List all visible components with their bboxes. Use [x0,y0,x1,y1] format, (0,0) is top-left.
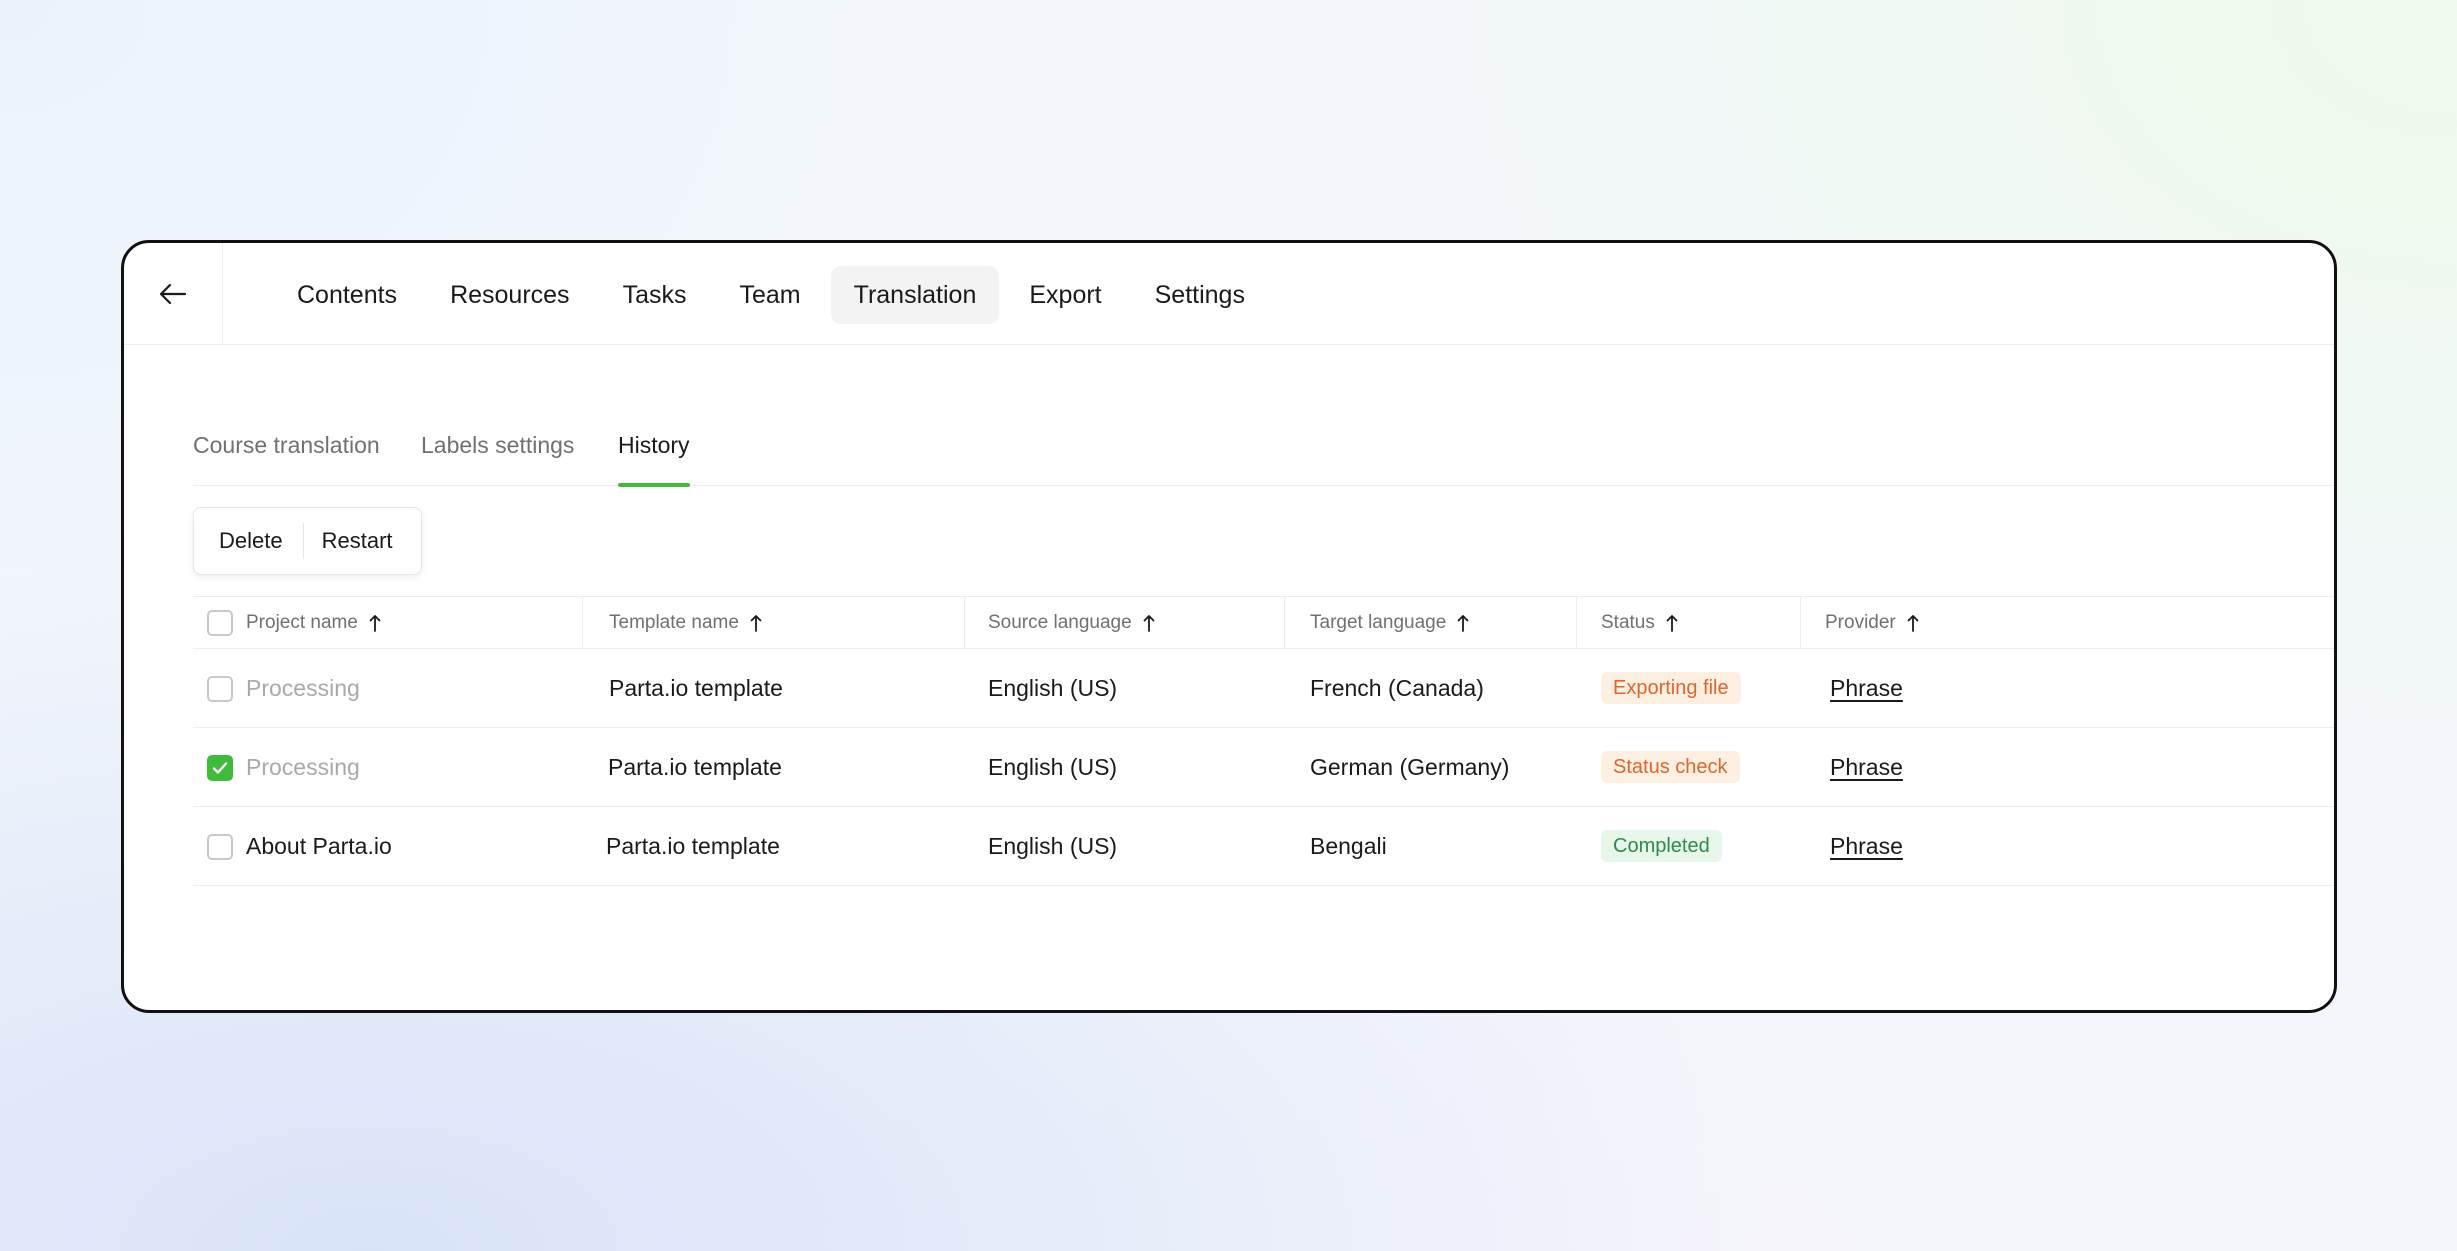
source-language-cell: English (US) [988,674,1118,701]
table-row[interactable]: Processing Parta.io template English (US… [193,649,2334,728]
provider-link[interactable]: Phrase [1830,675,1903,702]
column-header-provider[interactable]: Provider [1825,597,1919,649]
nav-item-export[interactable]: Export [1006,266,1124,324]
table-header: Project name Template name Source langua… [193,596,2334,649]
column-header-target-language[interactable]: Target language [1310,597,1469,649]
column-divider [582,597,583,649]
template-name-cell: Parta.io template [608,753,782,780]
sort-arrow-up-icon [1907,615,1919,632]
top-navigation-bar: Contents Resources Tasks Team Translatio… [124,243,2334,345]
status-cell: Completed [1601,807,1722,885]
nav-item-tasks[interactable]: Tasks [600,266,710,324]
table-row[interactable]: About Parta.io Parta.io template English… [193,807,2334,886]
column-header-status[interactable]: Status [1601,597,1678,649]
nav-item-translation[interactable]: Translation [830,266,1000,324]
project-name-cell: About Parta.io [246,832,392,859]
row-checkbox[interactable] [207,676,233,702]
column-header-template-name[interactable]: Template name [609,597,762,649]
status-cell: Status check [1601,728,1740,806]
sort-arrow-up-icon [1457,615,1469,632]
project-name-cell: Processing [246,674,360,701]
template-name-cell: Parta.io template [606,832,780,859]
sort-arrow-up-icon [1143,615,1155,632]
column-divider [964,597,965,649]
target-language-cell: Bengali [1310,832,1387,859]
nav-item-settings[interactable]: Settings [1132,266,1268,324]
column-divider [1576,597,1577,649]
sort-arrow-up-icon [369,615,381,632]
back-button[interactable] [124,243,223,345]
sub-tabs: Course translation Labels settings Histo… [193,423,2334,487]
row-checkbox[interactable] [207,834,233,860]
project-name-cell: Processing [246,753,360,780]
app-window: Contents Resources Tasks Team Translatio… [121,240,2337,1013]
bulk-actions-bar: Delete Restart [193,507,422,575]
table-row[interactable]: Processing Parta.io template English (US… [193,728,2334,807]
column-header-source-language[interactable]: Source language [988,597,1155,649]
main-nav: Contents Resources Tasks Team Translatio… [274,266,1275,324]
check-icon [212,762,228,774]
sort-arrow-up-icon [750,615,762,632]
column-divider [1800,597,1801,649]
column-divider [1284,597,1285,649]
nav-item-resources[interactable]: Resources [427,266,593,324]
provider-link[interactable]: Phrase [1830,754,1903,781]
provider-cell: Phrase [1830,649,1903,727]
row-checkbox[interactable] [207,755,233,781]
select-all-checkbox[interactable] [207,610,233,636]
source-language-cell: English (US) [988,832,1118,859]
tab-history[interactable]: History [618,423,690,487]
tab-labels-settings[interactable]: Labels settings [421,423,574,486]
arrow-left-icon [159,283,187,305]
delete-button[interactable]: Delete [194,508,303,574]
restart-button[interactable]: Restart [304,508,413,574]
provider-link[interactable]: Phrase [1830,833,1903,860]
status-badge: Exporting file [1601,672,1741,704]
template-name-cell: Parta.io template [609,674,783,701]
provider-cell: Phrase [1830,728,1903,806]
nav-item-contents[interactable]: Contents [274,266,420,324]
column-header-project-name[interactable]: Project name [246,597,381,649]
target-language-cell: German (Germany) [1310,753,1510,780]
history-table: Project name Template name Source langua… [193,596,2334,886]
status-cell: Exporting file [1601,649,1741,727]
target-language-cell: French (Canada) [1310,674,1484,701]
source-language-cell: English (US) [988,753,1118,780]
nav-item-team[interactable]: Team [716,266,823,324]
status-badge: Status check [1601,751,1740,783]
tab-course-translation[interactable]: Course translation [193,423,380,486]
status-badge: Completed [1601,830,1722,862]
sort-arrow-up-icon [1666,615,1678,632]
provider-cell: Phrase [1830,807,1903,885]
